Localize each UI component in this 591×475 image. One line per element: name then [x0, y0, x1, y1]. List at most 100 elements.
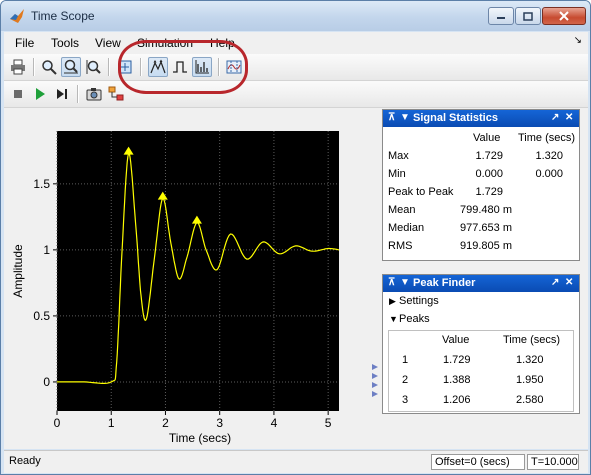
- matlab-logo-icon: [10, 9, 24, 23]
- menu-tools[interactable]: Tools: [51, 36, 79, 50]
- peak-time: 1.950: [516, 374, 544, 386]
- collapse-arrow-icon[interactable]: ▼: [400, 112, 410, 123]
- stat-value: 919.805 m: [460, 240, 512, 252]
- stop-button[interactable]: [8, 84, 28, 104]
- peak-index: 1: [402, 354, 409, 366]
- menu-view[interactable]: View: [95, 36, 121, 50]
- stats-header-row: Value Time (secs): [383, 129, 579, 147]
- stats-row-min: Min 0.000 0.000: [383, 165, 579, 183]
- zoom-x-icon: [64, 59, 78, 74]
- toolbar-simulation: [4, 81, 588, 108]
- collapse-arrow-icon[interactable]: ▼: [400, 277, 410, 288]
- peak-value: 1.388: [443, 374, 471, 386]
- signal-statistics-panel: ⊼ ▼ Signal Statistics ↗ ✕ Value Time (se…: [382, 109, 580, 261]
- undock-arrow-icon[interactable]: ↘: [574, 35, 582, 46]
- stats-row-median: Median 977.653 m: [383, 219, 579, 237]
- snapshot-icon: [86, 88, 102, 101]
- zoom-x-button[interactable]: [61, 57, 81, 77]
- status-ready: Ready: [9, 455, 41, 467]
- zoom-y-icon: [86, 60, 101, 74]
- toolbar-main: [4, 54, 588, 81]
- pin-icon[interactable]: ⊼: [388, 277, 395, 288]
- x-tick-label: 5: [325, 416, 332, 430]
- time-scope-window: Time Scope File Tools View Simulation He…: [0, 0, 591, 475]
- peak-finder-header: ⊼ ▼ Peak Finder ↗ ✕: [383, 275, 579, 292]
- run-button[interactable]: [30, 84, 50, 104]
- zoom-in-button[interactable]: [39, 57, 59, 77]
- undock-icon[interactable]: ↗: [551, 277, 559, 288]
- expand-arrow-icon: ▶: [389, 296, 396, 306]
- col-value-header: Value: [473, 132, 501, 144]
- maximize-button[interactable]: [515, 7, 541, 25]
- step-forward-icon: [57, 89, 67, 99]
- stat-label: Median: [388, 222, 425, 234]
- x-axis-ticks: 0 1 2 3 4 5: [54, 411, 332, 430]
- peak-row: 1 1.729 1.320: [389, 351, 573, 369]
- peaks-label: Peaks: [399, 313, 430, 325]
- print-button[interactable]: [8, 57, 28, 77]
- x-tick-label: 0: [54, 416, 61, 430]
- peak-finder-title: Peak Finder: [413, 277, 476, 289]
- peak-index: 3: [402, 394, 409, 406]
- snapshot-button[interactable]: [84, 84, 104, 104]
- stat-value: 1.729: [475, 186, 503, 198]
- pin-icon[interactable]: ⊼: [388, 112, 395, 123]
- x-tick-label: 4: [271, 416, 278, 430]
- close-button[interactable]: [542, 7, 586, 25]
- peaks-section-toggle[interactable]: ▼ Peaks: [383, 310, 579, 328]
- status-offset: Offset=0 (secs): [431, 454, 525, 470]
- stat-value: 977.653 m: [460, 222, 512, 234]
- col-value-header: Value: [442, 334, 470, 346]
- close-panel-icon[interactable]: ✕: [565, 112, 573, 123]
- signal-statistics-header: ⊼ ▼ Signal Statistics ↗ ✕: [383, 110, 579, 127]
- peaks-table: Value Time (secs) 1 1.729 1.320 2 1.388 …: [388, 330, 574, 412]
- highlight-ring: [118, 40, 248, 94]
- peak-finder-panel: ⊼ ▼ Peak Finder ↗ ✕ ▶ Settings ▼ Peaks V…: [382, 274, 580, 414]
- window-title: Time Scope: [31, 9, 95, 23]
- dock-handle[interactable]: [372, 363, 380, 404]
- stat-value: 0.000: [475, 168, 503, 180]
- peak-value: 1.729: [443, 354, 471, 366]
- x-tick-label: 3: [216, 416, 223, 430]
- y-tick-label: 0: [43, 375, 50, 389]
- plot-axes-background: [57, 131, 339, 411]
- run-icon: [36, 88, 45, 100]
- minimize-button[interactable]: [488, 7, 514, 25]
- stat-label: Max: [388, 150, 409, 162]
- close-panel-icon[interactable]: ✕: [565, 277, 573, 288]
- zoom-y-button[interactable]: [83, 57, 103, 77]
- peak-time: 2.580: [516, 394, 544, 406]
- title-bar[interactable]: Time Scope: [1, 1, 590, 31]
- peaks-header-row: Value Time (secs): [389, 331, 573, 349]
- dock-arrows-icon: [372, 364, 378, 397]
- print-icon: [11, 59, 25, 75]
- stat-time: 0.000: [535, 168, 563, 180]
- time-scope-plot[interactable]: 0 1 2 3 4 5 0 0.5 1 1.5 Time (secs) Amplitude: [4, 108, 374, 449]
- y-tick-label: 0.5: [33, 309, 50, 323]
- stat-label: Peak to Peak: [388, 186, 454, 198]
- stat-label: Min: [388, 168, 406, 180]
- x-tick-label: 2: [162, 416, 169, 430]
- stats-row-max: Max 1.729 1.320: [383, 147, 579, 165]
- close-icon: [559, 11, 569, 21]
- collapse-arrow-icon: ▼: [389, 314, 398, 324]
- settings-label: Settings: [399, 295, 439, 307]
- undock-icon[interactable]: ↗: [551, 112, 559, 123]
- status-bar: Ready Offset=0 (secs) T=10.000: [4, 450, 588, 473]
- stat-value: 799.480 m: [460, 204, 512, 216]
- settings-section-toggle[interactable]: ▶ Settings: [383, 292, 579, 310]
- minimize-icon: [497, 17, 505, 19]
- col-time-header: Time (secs): [503, 334, 561, 346]
- stat-label: RMS: [388, 240, 413, 252]
- scope-content: 0 1 2 3 4 5 0 0.5 1 1.5 Time (secs) Amplitude ⊼ …: [4, 108, 588, 449]
- y-axis-label: Amplitude: [11, 244, 25, 298]
- highlight-simulink-block-icon: [108, 86, 124, 101]
- peak-value: 1.206: [443, 394, 471, 406]
- highlight-simulink-block-button[interactable]: [106, 84, 126, 104]
- stat-label: Mean: [388, 204, 416, 216]
- menu-file[interactable]: File: [15, 36, 34, 50]
- maximize-icon: [523, 11, 533, 21]
- zoom-in-icon: [42, 60, 57, 75]
- step-forward-button[interactable]: [52, 84, 72, 104]
- y-tick-label: 1: [43, 243, 50, 257]
